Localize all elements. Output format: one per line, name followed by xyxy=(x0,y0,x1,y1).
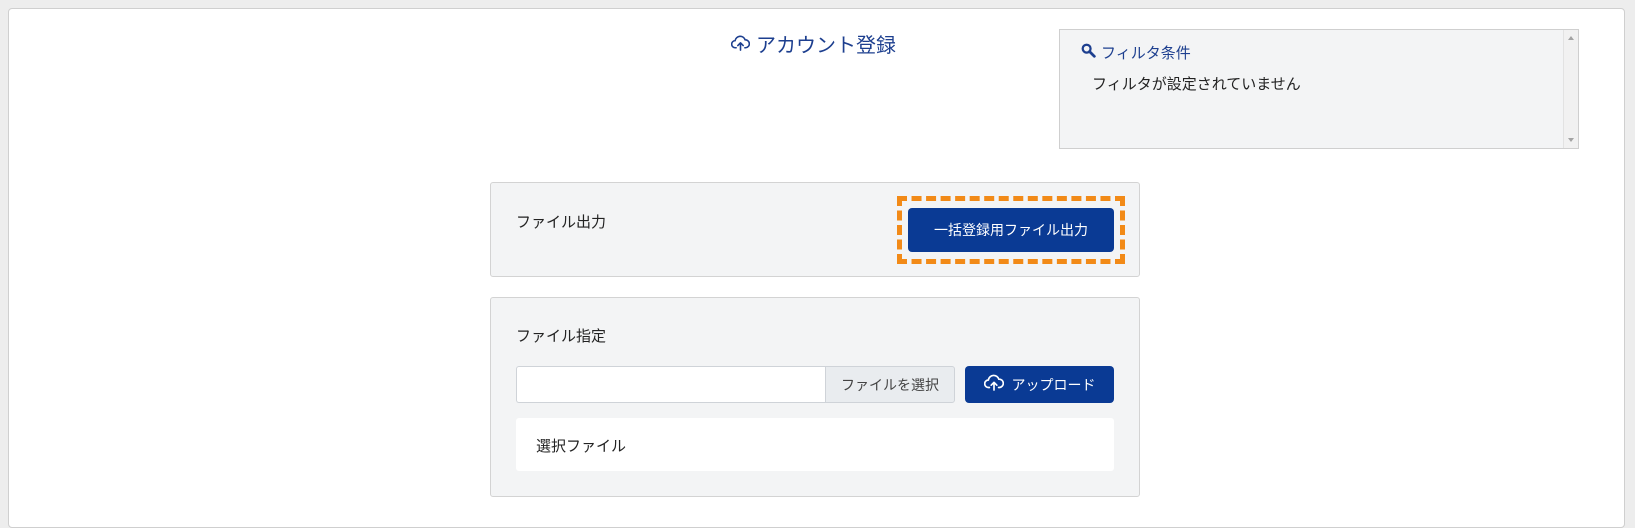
filter-title: フィルタ条件 xyxy=(1081,42,1191,63)
filter-status-text: フィルタが設定されていません xyxy=(1092,75,1301,93)
filter-scrollbar[interactable] xyxy=(1563,30,1578,148)
cloud-upload-icon xyxy=(983,373,1004,396)
page-title: アカウント登録 xyxy=(731,28,896,58)
filter-panel[interactable]: フィルタ条件 フィルタが設定されていません xyxy=(1059,29,1579,149)
scroll-down-arrow-icon[interactable] xyxy=(1568,138,1574,142)
selected-file-label: 選択ファイル xyxy=(536,437,627,455)
scroll-up-arrow-icon[interactable] xyxy=(1568,36,1574,40)
selected-file-box: 選択ファイル xyxy=(516,418,1114,471)
search-icon xyxy=(1081,43,1096,62)
page-title-text: アカウント登録 xyxy=(756,32,896,57)
file-export-label: ファイル出力 xyxy=(516,213,607,231)
filter-title-label: フィルタ条件 xyxy=(1101,44,1191,62)
upload-button[interactable]: アップロード xyxy=(965,366,1114,403)
upload-button-label: アップロード xyxy=(1011,377,1096,394)
choose-file-button[interactable]: ファイルを選択 xyxy=(825,366,955,403)
bulk-export-button[interactable]: 一括登録用ファイル出力 xyxy=(908,208,1114,252)
cloud-upload-icon xyxy=(731,34,750,52)
file-path-input[interactable] xyxy=(516,366,826,403)
file-select-label: ファイル指定 xyxy=(516,327,607,345)
